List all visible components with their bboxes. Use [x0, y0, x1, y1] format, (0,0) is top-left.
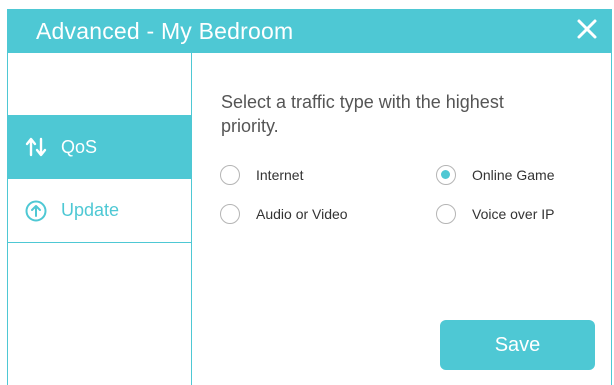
radio-option-internet[interactable]: Internet: [220, 165, 303, 185]
sidebar: QoS Update: [8, 53, 192, 385]
sidebar-item-qos[interactable]: QoS: [8, 115, 191, 179]
qos-arrows-icon: [25, 136, 47, 158]
advanced-dialog: Advanced - My Bedroom QoS Update Select …: [7, 9, 612, 385]
radio-label: Voice over IP: [472, 206, 555, 222]
dialog-title: Advanced - My Bedroom: [36, 18, 294, 44]
update-arrow-icon: [25, 200, 47, 222]
qos-panel: Select a traffic type with the highest p…: [192, 53, 611, 385]
radio-button-checked[interactable]: [436, 165, 456, 185]
radio-label: Audio or Video: [256, 206, 348, 222]
sidebar-item-update[interactable]: Update: [8, 179, 191, 243]
radio-button[interactable]: [220, 204, 240, 224]
radio-label: Internet: [256, 167, 304, 183]
save-button[interactable]: Save: [440, 320, 595, 370]
traffic-prompt: Select a traffic type with the highest p…: [221, 92, 504, 136]
radio-option-audio-video[interactable]: Audio or Video: [220, 204, 348, 224]
radio-button[interactable]: [220, 165, 240, 185]
sidebar-item-label: Update: [61, 200, 120, 220]
title-bar: Advanced - My Bedroom: [8, 9, 611, 53]
radio-option-online-game[interactable]: Online Game: [436, 165, 554, 185]
sidebar-item-label: QoS: [61, 136, 98, 157]
close-button[interactable]: [575, 17, 599, 41]
radio-option-voice-over-ip[interactable]: Voice over IP: [436, 204, 555, 224]
close-icon: [577, 19, 597, 39]
radio-button[interactable]: [436, 204, 456, 224]
radio-label: Online Game: [472, 167, 555, 183]
